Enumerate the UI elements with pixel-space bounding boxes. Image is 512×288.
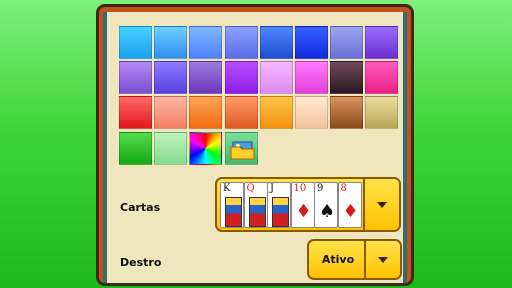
color-swatch-periwinkle[interactable]	[224, 26, 258, 59]
card-suit-icon: ♦	[295, 201, 312, 222]
color-swatch-purple[interactable]	[119, 61, 152, 95]
color-swatch-red[interactable]	[119, 96, 152, 130]
color-swatch-hot-pink[interactable]	[365, 61, 399, 95]
destro-label: Destro	[120, 256, 162, 269]
card-style-selector[interactable]: K♠Q♥J♠10♦9♠8♦	[215, 177, 401, 232]
color-swatch-indigo[interactable]	[154, 61, 188, 95]
color-swatch-cyan-blue[interactable]	[119, 26, 152, 59]
playing-card: Q♥	[243, 182, 268, 228]
card-rank: K	[223, 183, 231, 194]
face-card-art	[225, 197, 242, 227]
playing-card: K♠	[220, 182, 244, 228]
color-swatch-sky-blue[interactable]	[154, 26, 188, 59]
color-swatch-magenta[interactable]	[295, 61, 328, 95]
panel-face: Cartas K♠Q♥J♠10♦9♠8♦ Destro Ativo	[107, 12, 403, 283]
color-swatch-green[interactable]	[119, 131, 152, 165]
color-swatch-burnt-orange[interactable]	[224, 96, 258, 130]
color-swatch-light-pink[interactable]	[259, 61, 293, 95]
color-swatch-brown[interactable]	[330, 96, 364, 130]
color-swatch-plum[interactable]	[189, 61, 223, 95]
playing-card: 8 ♦	[337, 182, 362, 228]
color-swatch-rainbow[interactable]	[189, 131, 223, 165]
destro-dropdown[interactable]: Ativo	[307, 239, 402, 280]
color-swatch-medium-blue[interactable]	[259, 26, 293, 59]
card-preview: K♠Q♥J♠10♦9♠8♦	[220, 182, 363, 228]
color-swatch-amber[interactable]	[259, 96, 293, 130]
card-rank: 10	[293, 183, 307, 194]
card-rank: 8	[340, 183, 347, 194]
card-rank: 9	[317, 183, 324, 194]
card-rank: Q	[246, 183, 255, 194]
destro-value: Ativo	[321, 253, 355, 266]
destro-dropdown-button[interactable]	[364, 241, 400, 278]
playing-card: 10 ♦	[290, 182, 315, 228]
chevron-down-icon	[377, 201, 387, 208]
playing-card: J♠	[267, 182, 291, 228]
color-swatch-light-blue[interactable]	[189, 26, 223, 59]
color-swatch-salmon[interactable]	[154, 96, 188, 130]
playing-card: 9 ♠	[314, 182, 338, 228]
color-swatch-orange[interactable]	[189, 96, 223, 130]
color-swatch-olive[interactable]	[365, 96, 399, 130]
color-swatch-royal-blue[interactable]	[295, 26, 328, 59]
color-swatch-lavender-blue[interactable]	[330, 26, 364, 59]
card-suit-icon: ♦	[342, 201, 359, 222]
card-rank: J	[270, 183, 275, 194]
face-card-art	[272, 197, 289, 227]
settings-panel: Cartas K♠Q♥J♠10♦9♠8♦ Destro Ativo	[96, 4, 414, 286]
color-swatch-violet[interactable]	[365, 26, 399, 59]
cards-label: Cartas	[120, 201, 161, 214]
card-style-dropdown-button[interactable]	[363, 179, 399, 230]
color-swatch-dark-maroon[interactable]	[330, 61, 364, 95]
color-swatch-peach[interactable]	[295, 96, 328, 130]
panel-inner-frame: Cartas K♠Q♥J♠10♦9♠8♦ Destro Ativo	[103, 12, 407, 283]
color-swatch-mint[interactable]	[154, 131, 188, 165]
color-swatch-bright-purple[interactable]	[224, 61, 258, 95]
color-swatch-custom-image[interactable]	[224, 131, 258, 165]
card-suit-icon: ♠	[319, 201, 336, 222]
face-card-art	[248, 197, 266, 227]
folder-image-icon	[230, 141, 255, 160]
chevron-down-icon	[378, 256, 388, 263]
